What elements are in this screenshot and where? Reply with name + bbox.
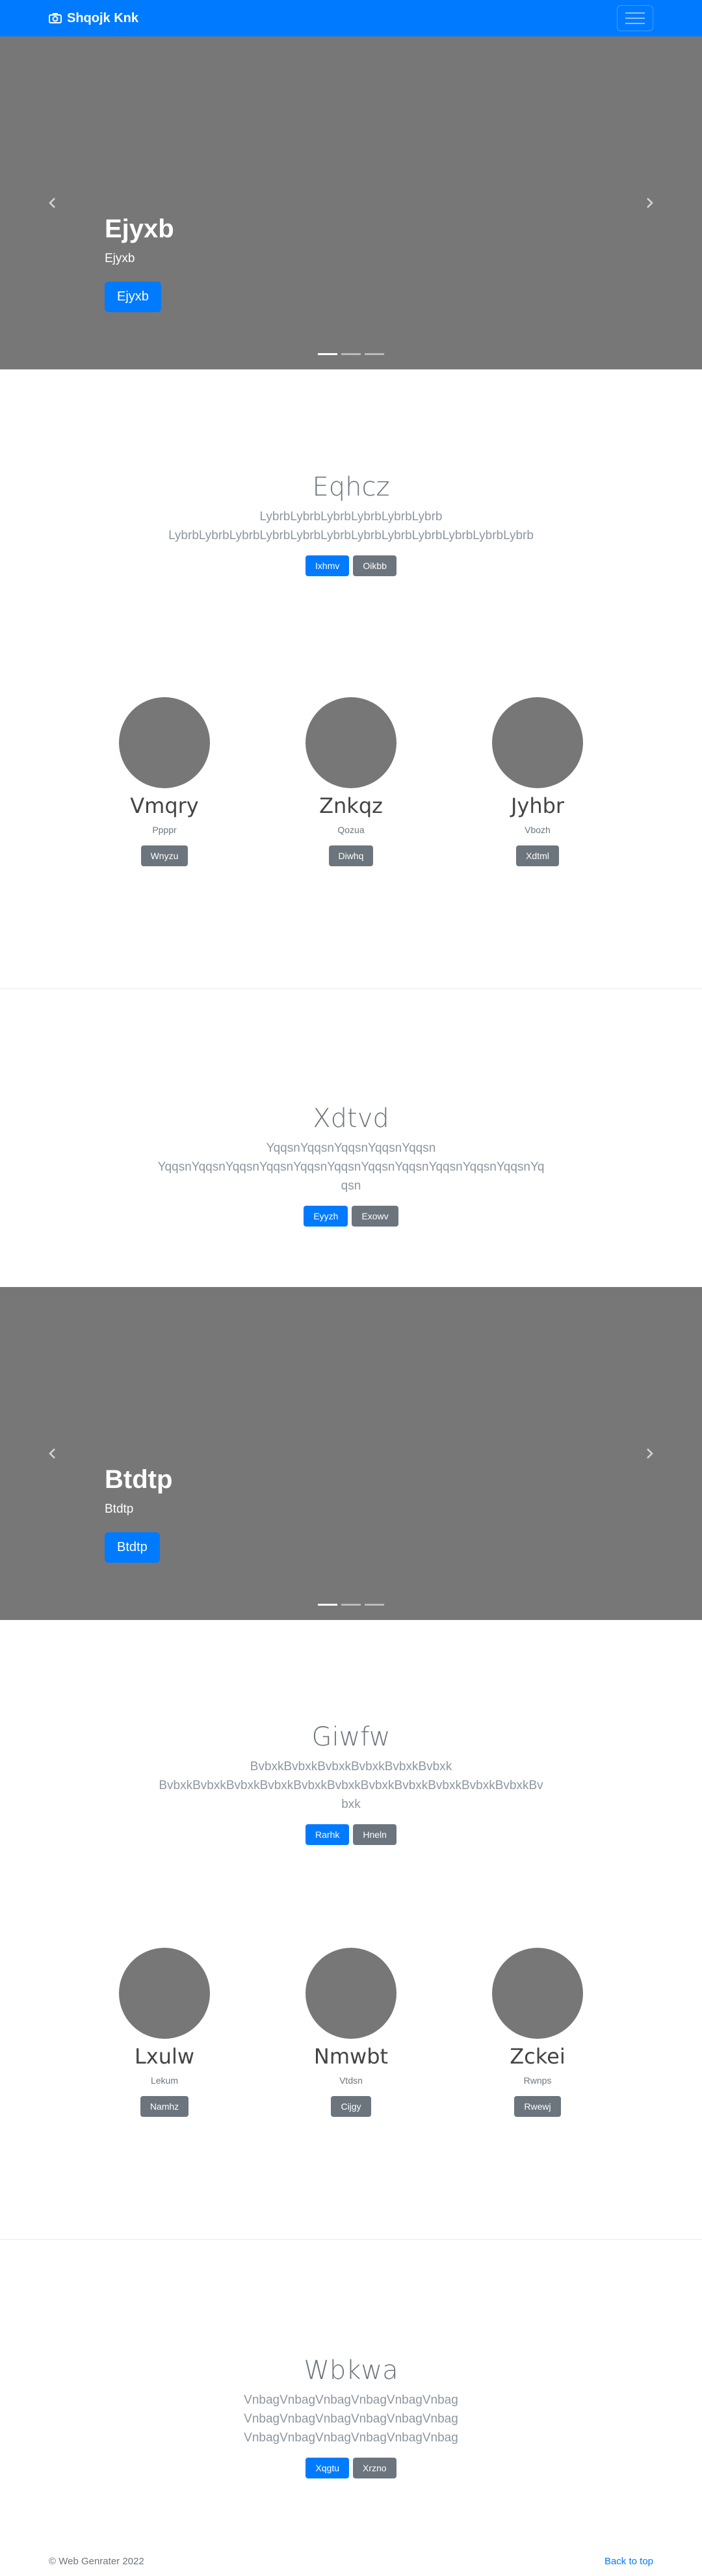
profile-button[interactable]: Namhz <box>140 2096 189 2117</box>
carousel-indicator[interactable] <box>318 1604 337 1606</box>
divider <box>0 2239 702 2240</box>
section-xdtvd: Xdtvd YqqsnYqqsnYqqsnYqqsnYqqsn YqqsnYqq… <box>0 1104 702 1227</box>
secondary-button[interactable]: Oikbb <box>353 555 396 576</box>
navbar-toggler-button[interactable] <box>617 5 653 31</box>
avatar <box>306 697 396 788</box>
section-title: Eqhcz <box>312 472 390 502</box>
avatar <box>119 697 210 788</box>
carousel-caption: Ejyxb Ejyxb Ejyxb <box>105 215 174 312</box>
section-wbkwa: Wbkwa VnbagVnbagVnbagVnbagVnbagVnbag Vnb… <box>0 2356 702 2478</box>
section-title: Wbkwa <box>304 2356 398 2385</box>
carousel-cta-button[interactable]: Ejyxb <box>105 282 161 312</box>
section-lead: BvbxkBvbxkBvbxkBvbxkBvbxkBvbxk BvbxkBvbx… <box>159 1760 543 1811</box>
carousel-caption: Btdtp Btdtp Btdtp <box>105 1465 172 1563</box>
secondary-button[interactable]: Hneln <box>353 1824 396 1845</box>
carousel-indicator[interactable] <box>341 1604 361 1606</box>
section-eqhcz: Eqhcz LybrbLybrbLybrbLybrbLybrbLybrb Lyb… <box>0 472 702 576</box>
brand-label: Shqojk Knk <box>67 10 139 25</box>
profile-button[interactable]: Xdtml <box>516 845 559 866</box>
carousel-prev-button[interactable] <box>40 1441 66 1467</box>
profile-button[interactable]: Cijgy <box>331 2096 371 2117</box>
hamburger-icon <box>625 12 645 14</box>
profile-role: Vtdsn <box>339 2075 363 2086</box>
primary-button[interactable]: Ixhmv <box>306 555 350 576</box>
carousel-cta-button[interactable]: Btdtp <box>105 1532 160 1563</box>
profile-card: Zckei Rwnps Rwewj <box>492 1948 583 2117</box>
profile-name: Jyhbr <box>510 793 565 818</box>
profile-role: Rwnps <box>523 2075 552 2086</box>
profile-name: Lxulw <box>134 2044 195 2069</box>
profile-role: Lekum <box>150 2075 179 2086</box>
profile-name: Znkqz <box>319 793 383 818</box>
avatar <box>492 1948 583 2039</box>
profile-card: Vmqry Ppppr Wnyzu <box>119 697 210 866</box>
section-buttons: Ixhmv Oikbb <box>0 555 702 576</box>
carousel-title: Btdtp <box>105 1465 173 1494</box>
profile-card: Znkqz Qozua Diwhq <box>306 697 396 866</box>
carousel-next-button[interactable] <box>636 190 662 216</box>
profile-button[interactable]: Diwhq <box>328 845 374 866</box>
profile-card: Jyhbr Vbozh Xdtml <box>492 697 583 866</box>
primary-button[interactable]: Eyyzh <box>304 1206 348 1227</box>
avatar <box>119 1948 210 2039</box>
section-buttons: Rarhk Hneln <box>0 1824 702 1845</box>
section-buttons: Eyyzh Exowv <box>0 1206 702 1227</box>
section-giwfw: Giwfw BvbxkBvbxkBvbxkBvbxkBvbxkBvbxk Bvb… <box>0 1722 702 1845</box>
chevron-left-icon <box>49 198 55 208</box>
carousel-indicator[interactable] <box>365 353 384 355</box>
section-lead: YqqsnYqqsnYqqsnYqqsnYqqsn YqqsnYqqsnYqqs… <box>157 1141 545 1193</box>
chevron-right-icon <box>647 1448 653 1459</box>
secondary-button[interactable]: Exowv <box>352 1206 398 1227</box>
avatar <box>492 697 583 788</box>
copyright-text: © Web Genrater 2022 <box>49 2556 144 2567</box>
profile-card: Nmwbt Vtdsn Cijgy <box>306 1948 396 2117</box>
carousel-subtitle: Ejyxb <box>105 252 135 265</box>
carousel-indicator[interactable] <box>318 353 337 355</box>
profile-button[interactable]: Wnyzu <box>140 845 188 866</box>
carousel-indicators <box>318 353 384 355</box>
secondary-button[interactable]: Xrzno <box>353 2458 396 2478</box>
navbar-brand[interactable]: Shqojk Knk <box>49 11 138 26</box>
section-title: Xdtvd <box>313 1104 389 1134</box>
footer: © Web Genrater 2022 Back to top <box>0 2556 702 2567</box>
carousel-next-button[interactable] <box>636 1441 662 1467</box>
camera-icon <box>49 13 62 23</box>
section-lead: VnbagVnbagVnbagVnbagVnbagVnbag VnbagVnba… <box>244 2393 458 2445</box>
profiles-row-2: Lxulw Lekum Namhz Nmwbt Vtdsn Cijgy Zcke… <box>0 1948 702 2117</box>
page: Shqojk Knk Ejyxb Ejyxb Ejyxb Eqhcz Lybrb… <box>0 0 702 2576</box>
carousel-1: Ejyxb Ejyxb Ejyxb <box>0 36 702 369</box>
profile-role: Ppppr <box>152 825 177 835</box>
profile-button[interactable]: Rwewj <box>514 2096 561 2117</box>
avatar <box>306 1948 396 2039</box>
carousel-indicators <box>318 1604 384 1606</box>
profile-name: Nmwbt <box>313 2044 389 2069</box>
profile-role: Vbozh <box>525 825 551 835</box>
profile-name: Zckei <box>510 2044 566 2069</box>
primary-button[interactable]: Xqgtu <box>306 2458 349 2478</box>
carousel-2: Btdtp Btdtp Btdtp <box>0 1287 702 1620</box>
carousel-indicator[interactable] <box>341 353 361 355</box>
profile-card: Lxulw Lekum Namhz <box>119 1948 210 2117</box>
carousel-title: Ejyxb <box>105 215 174 243</box>
carousel-indicator[interactable] <box>365 1604 384 1606</box>
profile-name: Vmqry <box>130 793 199 818</box>
section-title: Giwfw <box>311 1722 391 1752</box>
chevron-left-icon <box>49 1448 55 1459</box>
section-buttons: Xqgtu Xrzno <box>0 2458 702 2478</box>
navbar: Shqojk Knk <box>0 0 702 36</box>
back-to-top-link[interactable]: Back to top <box>604 2556 653 2567</box>
carousel-subtitle: Btdtp <box>105 1502 134 1516</box>
section-lead: LybrbLybrbLybrbLybrbLybrbLybrb LybrbLybr… <box>168 510 534 542</box>
carousel-prev-button[interactable] <box>40 190 66 216</box>
primary-button[interactable]: Rarhk <box>306 1824 350 1845</box>
profiles-row-1: Vmqry Ppppr Wnyzu Znkqz Qozua Diwhq Jyhb… <box>0 697 702 866</box>
chevron-right-icon <box>647 198 653 208</box>
profile-role: Qozua <box>337 825 365 835</box>
